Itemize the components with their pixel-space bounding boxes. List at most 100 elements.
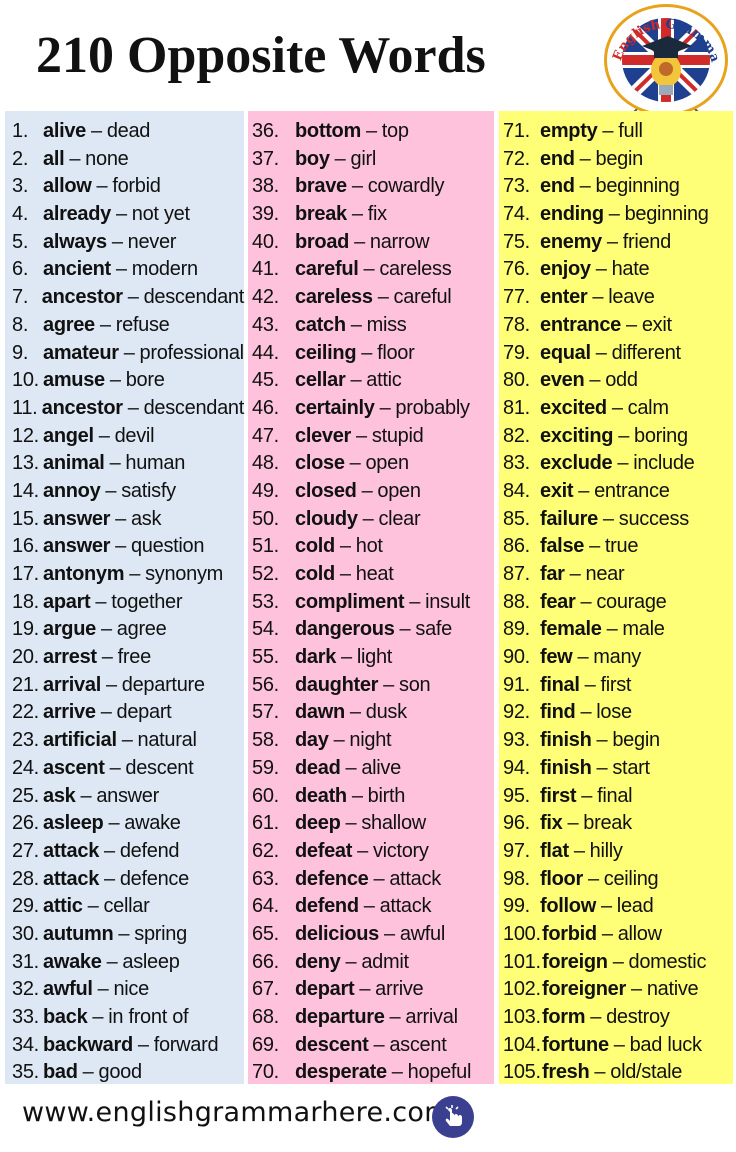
word: backward [43,1033,133,1056]
word-pair-item: 83. exclude – include [499,450,733,478]
word-pair-item: 90. few – many [499,644,733,672]
dash-separator: – [601,922,613,945]
item-number: 81. [503,396,530,419]
word: defence [295,867,369,890]
opposite-word: odd [605,369,638,392]
word-pair-item: 89. female – male [499,616,733,644]
word-list-column-3: 71. empty – full 72. end – begin 73. end – beginnin… [499,111,733,1084]
item-number: 57. [252,701,279,724]
dash-separator: – [625,313,637,336]
dash-separator: – [630,978,642,1001]
opposite-word: question [130,535,205,558]
word-pair-item: 33. back – in front of [5,1004,244,1032]
word-pair-item: 66. deny – admit [248,949,494,977]
word-pair-item: 26. asleep – awake [5,810,244,838]
dash-separator: – [592,286,604,309]
word: departure [295,1006,385,1028]
word-pair-item: 7. ancestor – descendant [5,284,244,312]
word: few [540,646,573,669]
word: end [540,175,575,198]
word-list-column-1: 1. alive – dead 2. all – none 3. allow – forbid 4. al… [5,111,244,1084]
item-number: 42. [252,286,279,309]
item-number: 18. [12,590,39,613]
opposite-word: descendant [143,286,245,309]
word: bad [43,1061,78,1084]
word: amateur [43,341,119,364]
dash-separator: – [581,784,593,807]
item-number: 2. [12,147,29,170]
item-number: 99. [503,895,530,918]
dash-separator: – [349,701,361,724]
opposite-word: in front of [108,1006,189,1028]
word-pair-item: 93. finish – begin [499,727,733,755]
word-pair-item: 73. end – beginning [499,173,733,201]
opposite-word: forward [153,1033,219,1056]
word: far [540,563,565,585]
dash-separator: – [584,673,596,696]
word: back [43,1006,88,1028]
opposite-word: entrance [594,479,670,502]
opposite-word: old/stale [610,1061,683,1084]
item-number: 84. [503,479,530,502]
dash-separator: – [339,535,351,558]
item-number: 26. [12,812,39,835]
word: ask [43,784,76,807]
item-number: 47. [252,424,279,447]
word: already [43,203,111,226]
dash-separator: – [608,203,620,226]
item-number: 101. [503,950,541,973]
dash-separator: – [391,1061,403,1084]
word-list-column-2: 36. bottom – top 37. boy – girl 38. brave – cowardl… [248,111,494,1084]
item-number: 33. [12,1006,39,1028]
opposite-word: include [633,452,695,475]
word: bottom [295,120,361,142]
word-pair-item: 85. failure – success [499,506,733,534]
opposite-word: asleep [122,950,180,973]
word: false [540,535,585,558]
dash-separator: – [80,784,92,807]
word: ancestor [41,396,123,419]
word-pair-item: 16. answer – question [5,533,244,561]
dash-separator: – [384,922,395,945]
opposite-word: light [356,646,393,669]
pointing-hand-icon[interactable] [432,1096,474,1138]
word: dark [295,646,337,669]
word: fix [540,812,563,835]
word: animal [43,452,105,475]
item-number: 51. [252,535,279,558]
opposite-word: full [618,120,643,142]
word: attic [43,895,83,918]
word-pair-item: 95. first – final [499,783,733,811]
dash-separator: – [617,452,629,475]
word: fear [540,590,576,613]
word-pair-item: 22. arrive – depart [5,699,244,727]
item-number: 28. [12,867,39,890]
dash-separator: – [361,341,373,364]
word-pair-item: 36. bottom – top [248,118,494,146]
opposite-word: fix [367,203,387,226]
dash-separator: – [99,313,111,336]
item-number: 70. [252,1061,279,1084]
dash-separator: – [573,839,585,862]
word-pair-item: 28. attack – defence [5,866,244,894]
word: enjoy [540,258,591,281]
opposite-word: bad luck [629,1033,702,1056]
word-pair-item: 53. compliment – insult [248,589,494,617]
opposite-word: descent [125,756,194,779]
word-pair-item: 32. awful – nice [5,976,244,1004]
word: flat [540,839,569,862]
dash-separator: – [363,895,375,918]
dash-separator: – [350,369,362,392]
item-number: 34. [12,1033,39,1056]
opposite-word: first [600,673,632,696]
opposite-word: lead [616,895,654,918]
opposite-word: forbid [112,175,161,198]
website-link[interactable]: www.englishgrammarhere.com [22,1097,451,1128]
dash-separator: – [373,867,385,890]
word-pair-item: 102. foreigner – native [499,976,733,1004]
item-number: 96. [503,812,530,835]
item-number: 23. [12,729,39,752]
word-pair-item: 13. animal – human [5,450,244,478]
word-pair-item: 50. cloudy – clear [248,506,494,534]
dash-separator: – [104,839,115,862]
